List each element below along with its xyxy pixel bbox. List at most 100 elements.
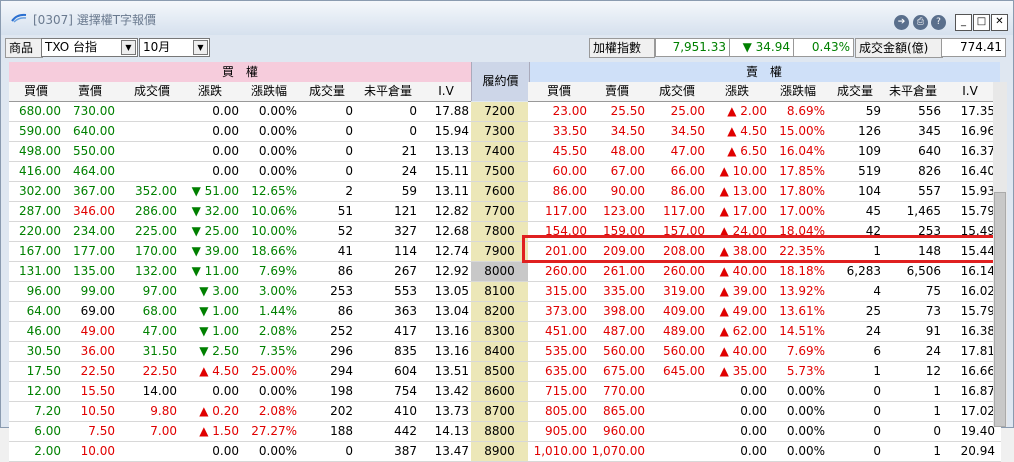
put-cell: 4 [873, 284, 881, 298]
call-cell: 30.50 [26, 344, 61, 358]
call-cell: 3.00% [258, 284, 297, 298]
app-logo-icon [11, 13, 27, 23]
strike-header[interactable]: 履約價 [471, 62, 530, 101]
put-cell: 1 [933, 444, 941, 458]
put-cell: ▲ 6.50 [727, 144, 767, 158]
call-cell: 550.00 [73, 144, 115, 158]
put-cell: 7.69% [786, 344, 825, 358]
table-row[interactable]: 46.00 49.00 47.00 ▼ 1.00 2.08% 252 417 13.16 830… [9, 322, 1001, 342]
close-button[interactable]: ✕ [991, 14, 1008, 31]
put-cell: 0.00 [740, 444, 767, 458]
put-cell: 47.00 [670, 144, 705, 158]
put-cell: 67.00 [610, 164, 645, 178]
call-cell: 730.00 [73, 104, 115, 118]
call-col-header[interactable]: 成交價 [127, 82, 177, 101]
put-cell: 0.00 [740, 384, 767, 398]
table-row[interactable]: 6.00 7.50 7.00 ▲ 1.50 27.27% 188 442 14.13 8800 9… [9, 422, 1001, 442]
table-row[interactable]: 2.00 10.00 0.00 0.00% 0 387 13.47 8900 1,010.00 1… [9, 442, 1001, 462]
minimize-button[interactable]: _ [955, 14, 972, 31]
call-cell: 52 [337, 224, 353, 238]
product-select-value: TXO 台指 [45, 40, 98, 54]
put-cell: 0.00% [786, 424, 825, 438]
call-cell: 49.00 [80, 324, 115, 338]
table-row[interactable]: 590.00 640.00 0.00 0.00% 0 0 15.94 7300 33.50 34.… [9, 122, 1001, 142]
put-col-header[interactable]: 賣價 [589, 82, 645, 101]
call-col-header[interactable]: 買價 [11, 82, 61, 101]
strike-cell: 8700 [471, 402, 528, 421]
table-row[interactable]: 7.20 10.50 9.80 ▲ 0.20 2.08% 202 410 13.73 8700 8… [9, 402, 1001, 422]
chevron-down-icon[interactable]: ▼ [193, 40, 208, 55]
scrollbar-thumb[interactable] [994, 192, 1006, 427]
put-cell: 25.00 [670, 104, 705, 118]
call-cell: 387 [394, 444, 417, 458]
put-cell: 5.73% [786, 364, 825, 378]
call-cell: 47.00 [142, 324, 177, 338]
help-icon[interactable]: ? [931, 15, 946, 30]
product-select[interactable]: TXO 台指 ▼ [41, 38, 138, 57]
call-cell: 64.00 [26, 304, 61, 318]
call-col-header[interactable]: I.V [423, 82, 469, 101]
call-cell: 121 [394, 204, 417, 218]
put-cell: ▲ 40.00 [719, 344, 767, 358]
put-col-header[interactable]: I.V [945, 82, 995, 101]
put-cell: 48.00 [610, 144, 645, 158]
table-row[interactable]: 680.00 730.00 0.00 0.00% 0 0 17.88 7200 23.00 25.… [9, 102, 1001, 122]
put-cell: 315.00 [545, 284, 587, 298]
put-col-header[interactable]: 買價 [531, 82, 587, 101]
put-cell: 345 [918, 124, 941, 138]
call-col-header[interactable]: 漲跌 [181, 82, 239, 101]
put-cell: 19.40 [960, 424, 995, 438]
put-col-header[interactable]: 成交價 [649, 82, 705, 101]
table-row[interactable]: 416.00 464.00 0.00 0.00% 0 24 15.11 7500 60.00 67… [9, 162, 1001, 182]
call-cell: 188 [330, 424, 353, 438]
maximize-button[interactable]: □ [973, 14, 990, 31]
table-row[interactable]: 302.00 367.00 352.00 ▼ 51.00 12.65% 2 59 13.11 7… [9, 182, 1001, 202]
month-select[interactable]: 10月 ▼ [139, 38, 210, 57]
call-cell: 294 [330, 364, 353, 378]
call-cell: 0.00% [258, 444, 297, 458]
put-cell: 16.40 [960, 164, 995, 178]
call-cell: 7.69% [258, 264, 297, 278]
put-cell: 16.14 [960, 264, 995, 278]
strike-cell: 7600 [471, 182, 528, 201]
put-cell: 15.00% [779, 124, 825, 138]
table-row[interactable]: 498.00 550.00 0.00 0.00% 0 21 13.13 7400 45.50 48… [9, 142, 1001, 162]
vertical-scrollbar[interactable] [993, 82, 1007, 427]
call-col-header[interactable]: 賣價 [65, 82, 115, 101]
put-cell: 560.00 [663, 344, 705, 358]
call-col-header[interactable]: 漲跌幅 [241, 82, 297, 101]
table-row[interactable]: 64.00 69.00 68.00 ▼ 1.00 1.44% 86 363 13.04 8200… [9, 302, 1001, 322]
call-cell: ▼ 51.00 [191, 184, 239, 198]
table-row[interactable]: 131.00 135.00 132.00 ▼ 11.00 7.69% 86 267 12.92… [9, 262, 1001, 282]
put-cell: 25.50 [610, 104, 645, 118]
put-col-header[interactable]: 漲跌 [707, 82, 767, 101]
table-row[interactable]: 96.00 99.00 97.00 ▼ 3.00 3.00% 253 553 13.05 810… [9, 282, 1001, 302]
strike-cell: 7300 [471, 122, 528, 141]
put-cell: 805.00 [545, 404, 587, 418]
table-row[interactable]: 17.50 22.50 22.50 ▲ 4.50 25.00% 294 604 13.51 85… [9, 362, 1001, 382]
put-cell: ▲ 39.00 [719, 284, 767, 298]
put-cell: 557 [918, 184, 941, 198]
put-cell: 34.50 [670, 124, 705, 138]
call-cell: 99.00 [80, 284, 115, 298]
table-row[interactable]: 30.50 36.00 31.50 ▼ 2.50 7.35% 296 835 13.16 840… [9, 342, 1001, 362]
put-cell: 91 [925, 324, 941, 338]
put-col-header[interactable]: 成交量 [829, 82, 881, 101]
table-row[interactable]: 287.00 346.00 286.00 ▼ 32.00 10.06% 51 121 12.8… [9, 202, 1001, 222]
call-cell: 14.13 [434, 424, 469, 438]
print-icon[interactable]: ⎙ [913, 15, 928, 30]
table-row[interactable]: 12.00 15.50 14.00 0.00 0.00% 198 754 13.42 8600 7… [9, 382, 1001, 402]
call-group-header: 買 權 [9, 62, 471, 82]
put-cell: ▲ 13.00 [719, 184, 767, 198]
put-col-header[interactable]: 未平倉量 [885, 82, 941, 101]
chevron-down-icon[interactable]: ▼ [121, 40, 136, 55]
export-icon[interactable]: ➔ [894, 15, 909, 30]
put-col-header[interactable]: 漲跌幅 [771, 82, 825, 101]
call-col-header[interactable]: 成交量 [301, 82, 353, 101]
call-col-header[interactable]: 未平倉量 [359, 82, 417, 101]
call-cell: 7.50 [88, 424, 115, 438]
call-cell: 24 [401, 164, 417, 178]
call-cell: 252 [330, 324, 353, 338]
put-cell: 0 [873, 404, 881, 418]
put-cell: 16.87 [960, 384, 995, 398]
